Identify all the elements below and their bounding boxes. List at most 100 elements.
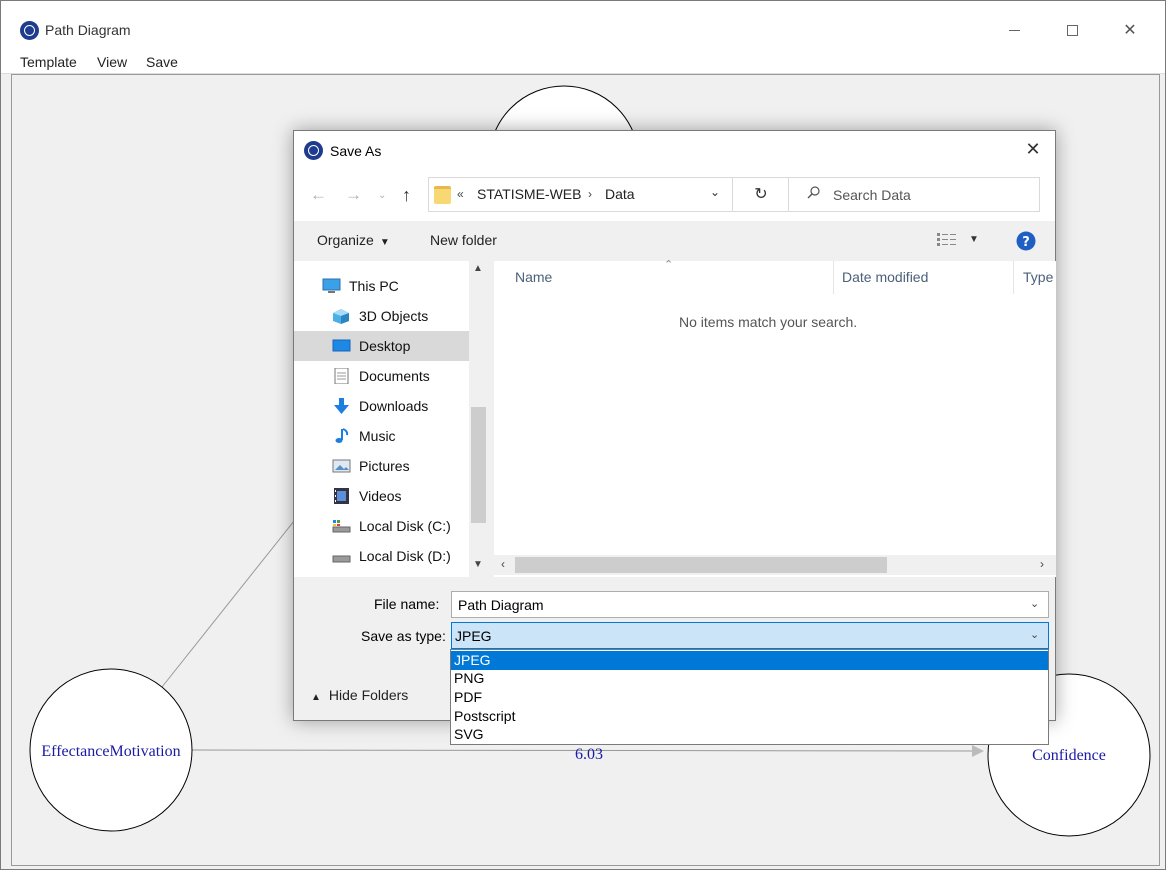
- svg-text:?: ?: [1022, 235, 1030, 250]
- address-dropdown-chevron-icon[interactable]: ⌄: [705, 185, 725, 205]
- search-input[interactable]: [833, 178, 1033, 211]
- empty-list-message: No items match your search.: [679, 314, 858, 330]
- new-folder-button[interactable]: New folder: [430, 232, 497, 248]
- column-header-type[interactable]: Type: [1023, 269, 1053, 285]
- minimize-button[interactable]: [991, 13, 1037, 47]
- window-title: Path Diagram: [45, 22, 131, 38]
- download-icon: [334, 398, 349, 414]
- desktop-icon: [332, 339, 351, 352]
- organize-button[interactable]: Organize ▼: [317, 232, 390, 248]
- dialog-toolbar: Organize ▼ New folder ▼ ?: [294, 221, 1055, 261]
- file-list: ⌃ Name Date modified Type No items match…: [494, 259, 1056, 577]
- save-as-type-select[interactable]: JPEG ⌄: [451, 622, 1049, 649]
- view-options-caret-icon[interactable]: ▼: [969, 234, 979, 245]
- scrollbar-thumb[interactable]: [471, 407, 486, 523]
- nav-item-local-disk-c[interactable]: Local Disk (C:): [332, 511, 469, 541]
- recent-locations-chevron-icon[interactable]: ⌄: [378, 190, 386, 201]
- navigation-bar: ← → ⌄ ↑ « STATISME-WEB › Data ⌄ ↻: [294, 171, 1055, 221]
- folder-icon: [434, 186, 451, 204]
- title-bar: Path Diagram ✕: [1, 1, 1165, 48]
- scroll-down-icon[interactable]: ▼: [473, 559, 483, 570]
- nav-item-label: Desktop: [359, 338, 411, 354]
- hide-folders-button[interactable]: ▲ Hide Folders: [311, 687, 408, 703]
- scroll-right-icon[interactable]: ›: [1040, 557, 1044, 571]
- nav-item-label: This PC: [349, 278, 399, 294]
- save-as-type-label: Save as type:: [361, 628, 446, 644]
- maximize-button[interactable]: [1049, 13, 1095, 47]
- forward-arrow-icon[interactable]: →: [345, 185, 362, 205]
- nav-item-downloads[interactable]: Downloads: [332, 391, 469, 421]
- type-option-pdf[interactable]: PDF: [451, 688, 1048, 707]
- type-option-jpeg[interactable]: JPEG: [451, 651, 1048, 670]
- node-label-confidence: Confidence: [1032, 747, 1106, 764]
- help-icon[interactable]: ?: [1016, 231, 1036, 251]
- disk-icon: [332, 555, 351, 563]
- nav-item-local-disk-d[interactable]: Local Disk (D:): [332, 541, 469, 571]
- organize-caret-icon: ▼: [379, 237, 390, 248]
- document-icon: [334, 368, 349, 384]
- nav-item-label: Local Disk (D:): [359, 548, 451, 564]
- column-header-name[interactable]: Name: [515, 269, 552, 285]
- scrollbar-thumb[interactable]: [515, 557, 887, 573]
- refresh-button[interactable]: ↻: [732, 178, 789, 211]
- pc-icon: [322, 278, 341, 293]
- nav-item-label: Videos: [359, 488, 402, 504]
- view-options-icon[interactable]: [937, 233, 959, 247]
- cube-icon: [333, 309, 349, 324]
- scroll-left-icon[interactable]: ‹: [501, 557, 505, 571]
- column-header-date-modified[interactable]: Date modified: [842, 269, 928, 285]
- nav-item-music[interactable]: Music: [332, 421, 469, 451]
- menu-save[interactable]: Save: [146, 54, 178, 70]
- dialog-close-button[interactable]: ✕: [1016, 139, 1050, 165]
- nav-item-pictures[interactable]: Pictures: [332, 451, 469, 481]
- nav-item-desktop[interactable]: Desktop: [294, 331, 469, 361]
- music-icon: [335, 428, 349, 443]
- menu-view[interactable]: View: [97, 54, 127, 70]
- file-name-field[interactable]: Path Diagram ⌄: [451, 591, 1049, 618]
- save-as-type-dropdown-list: JPEG PNG PDF Postscript SVG: [450, 649, 1049, 745]
- arrowhead-icon: [972, 745, 984, 757]
- menu-template[interactable]: Template: [20, 54, 77, 70]
- type-option-postscript[interactable]: Postscript: [451, 707, 1048, 726]
- picture-icon: [332, 459, 351, 473]
- up-arrow-icon[interactable]: ↑: [402, 185, 411, 206]
- nav-item-label: Pictures: [359, 458, 410, 474]
- nav-item-label: Music: [359, 428, 396, 444]
- file-name-value: Path Diagram: [458, 597, 544, 613]
- file-name-label: File name:: [374, 596, 440, 612]
- nav-pane-scrollbar[interactable]: ▲ ▼: [469, 261, 488, 577]
- nav-item-label: Documents: [359, 368, 430, 384]
- disk-icon: [332, 520, 351, 533]
- minimize-icon: [1008, 29, 1020, 31]
- nav-item-3d-objects[interactable]: 3D Objects: [332, 301, 469, 331]
- search-box[interactable]: [788, 177, 1040, 212]
- edge-label: 6.03: [575, 746, 603, 763]
- nav-item-videos[interactable]: Videos: [332, 481, 469, 511]
- nav-item-documents[interactable]: Documents: [332, 361, 469, 391]
- hide-folders-label: Hide Folders: [328, 687, 409, 703]
- scroll-up-icon[interactable]: ▲: [473, 263, 483, 274]
- column-divider[interactable]: [833, 261, 834, 294]
- nav-item-label: Downloads: [359, 398, 429, 414]
- close-button[interactable]: ✕: [1107, 13, 1153, 47]
- address-bar[interactable]: « STATISME-WEB › Data ⌄ ↻: [428, 177, 790, 212]
- nav-item-label: 3D Objects: [359, 308, 429, 324]
- column-divider[interactable]: [1013, 261, 1014, 294]
- type-option-png[interactable]: PNG: [451, 669, 1048, 688]
- back-arrow-icon[interactable]: ←: [310, 185, 327, 205]
- breadcrumb-data[interactable]: Data: [605, 186, 635, 202]
- save-as-type-chevron-icon[interactable]: ⌄: [1030, 628, 1039, 641]
- breadcrumb-separator-icon[interactable]: ›: [588, 187, 592, 201]
- search-icon: [807, 186, 820, 199]
- horizontal-scrollbar[interactable]: ‹ ›: [494, 555, 1056, 575]
- organize-label: Organize: [317, 232, 374, 248]
- diagram-edge-diagonal: [161, 510, 303, 688]
- file-name-dropdown-chevron-icon[interactable]: ⌄: [1030, 597, 1039, 610]
- save-as-type-value: JPEG: [455, 628, 492, 644]
- breadcrumb-overflow-icon[interactable]: «: [457, 187, 464, 201]
- close-icon: ✕: [1123, 22, 1137, 39]
- type-option-svg[interactable]: SVG: [451, 725, 1048, 744]
- node-label-effectance: EffectanceMotivation: [41, 743, 180, 760]
- breadcrumb-statisme-web[interactable]: STATISME-WEB: [477, 186, 581, 202]
- nav-item-this-pc[interactable]: This PC: [322, 271, 469, 301]
